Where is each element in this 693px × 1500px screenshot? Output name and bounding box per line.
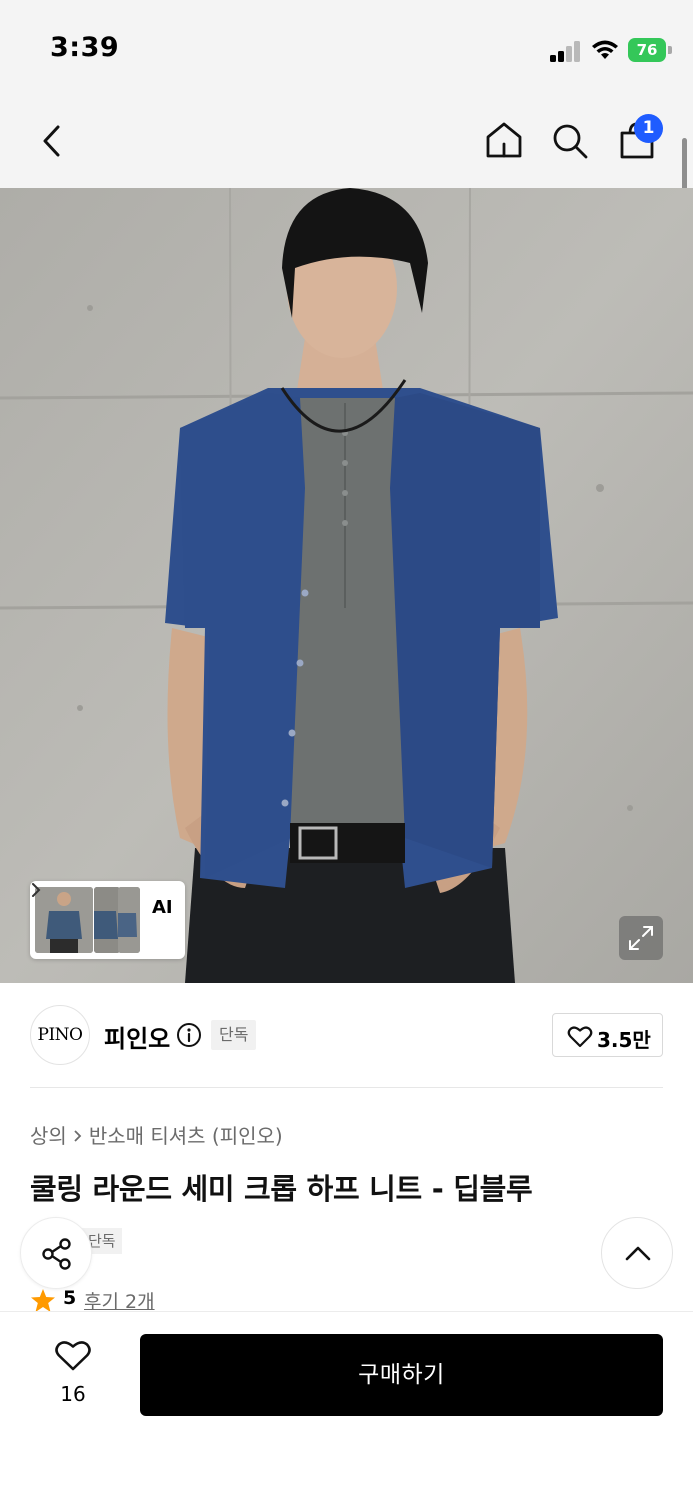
battery-icon: 76 bbox=[628, 38, 672, 62]
chevron-right-icon bbox=[32, 883, 41, 897]
cart-count-badge: 1 bbox=[634, 114, 663, 143]
chevron-left-icon[interactable] bbox=[38, 124, 66, 158]
breadcrumb-category[interactable]: 상의 bbox=[30, 1124, 67, 1148]
wishlist-count: 16 bbox=[60, 1382, 86, 1406]
thumbnail-image-3 bbox=[118, 887, 140, 953]
info-icon[interactable] bbox=[176, 1022, 202, 1048]
battery-level: 76 bbox=[628, 38, 666, 62]
ai-fitting-thumbnail[interactable]: AI bbox=[30, 881, 185, 959]
scroll-to-top-button[interactable] bbox=[601, 1217, 673, 1289]
brand-like-count: 3.5만 bbox=[597, 1028, 651, 1052]
rating-value: 5 bbox=[63, 1287, 77, 1309]
search-icon[interactable] bbox=[550, 121, 590, 161]
ai-label: AI bbox=[152, 897, 173, 918]
share-button[interactable] bbox=[20, 1217, 92, 1289]
brand-like-button[interactable]: 3.5만 bbox=[552, 1013, 663, 1057]
buy-button[interactable]: 구매하기 bbox=[140, 1334, 663, 1416]
status-bar: 3:39 76 bbox=[0, 0, 693, 96]
share-icon bbox=[42, 1238, 71, 1270]
chevron-up-icon bbox=[625, 1246, 651, 1261]
brand-name[interactable]: 피인오 bbox=[104, 1019, 170, 1054]
breadcrumb: 상의 반소매 티셔츠 (피인오) bbox=[30, 1120, 283, 1149]
bottom-action-bar: 16 구매하기 bbox=[0, 1311, 693, 1500]
divider bbox=[30, 1087, 663, 1088]
home-icon[interactable] bbox=[484, 120, 524, 160]
chevron-right-icon bbox=[73, 1124, 83, 1148]
status-time: 3:39 bbox=[50, 32, 120, 63]
product-main-image[interactable]: AI bbox=[0, 188, 693, 983]
top-navigation-bar bbox=[0, 96, 693, 188]
wifi-icon bbox=[592, 40, 618, 59]
cellular-signal-icon bbox=[550, 40, 582, 62]
star-icon bbox=[31, 1289, 55, 1312]
brand-logo[interactable]: PINO bbox=[30, 1005, 90, 1065]
breadcrumb-subcategory[interactable]: 반소매 티셔츠 (피인오) bbox=[89, 1124, 283, 1148]
review-link[interactable]: 후기 2개 bbox=[84, 1287, 155, 1314]
wishlist-button[interactable]: 16 bbox=[30, 1336, 116, 1416]
product-title: 쿨링 라운드 세미 크롭 하프 니트 - 딥블루 bbox=[30, 1172, 533, 1206]
expand-icon bbox=[629, 926, 653, 950]
exclusive-tag: 단독 bbox=[211, 1020, 257, 1050]
model-photo bbox=[0, 188, 693, 983]
thumbnail-image-1 bbox=[35, 887, 93, 953]
brand-row: PINO 피인오 단독 3.5만 bbox=[30, 1005, 663, 1067]
thumbnail-image-2 bbox=[94, 887, 120, 953]
heart-icon bbox=[55, 1341, 91, 1371]
expand-image-button[interactable] bbox=[619, 916, 663, 960]
heart-icon bbox=[567, 1026, 593, 1048]
